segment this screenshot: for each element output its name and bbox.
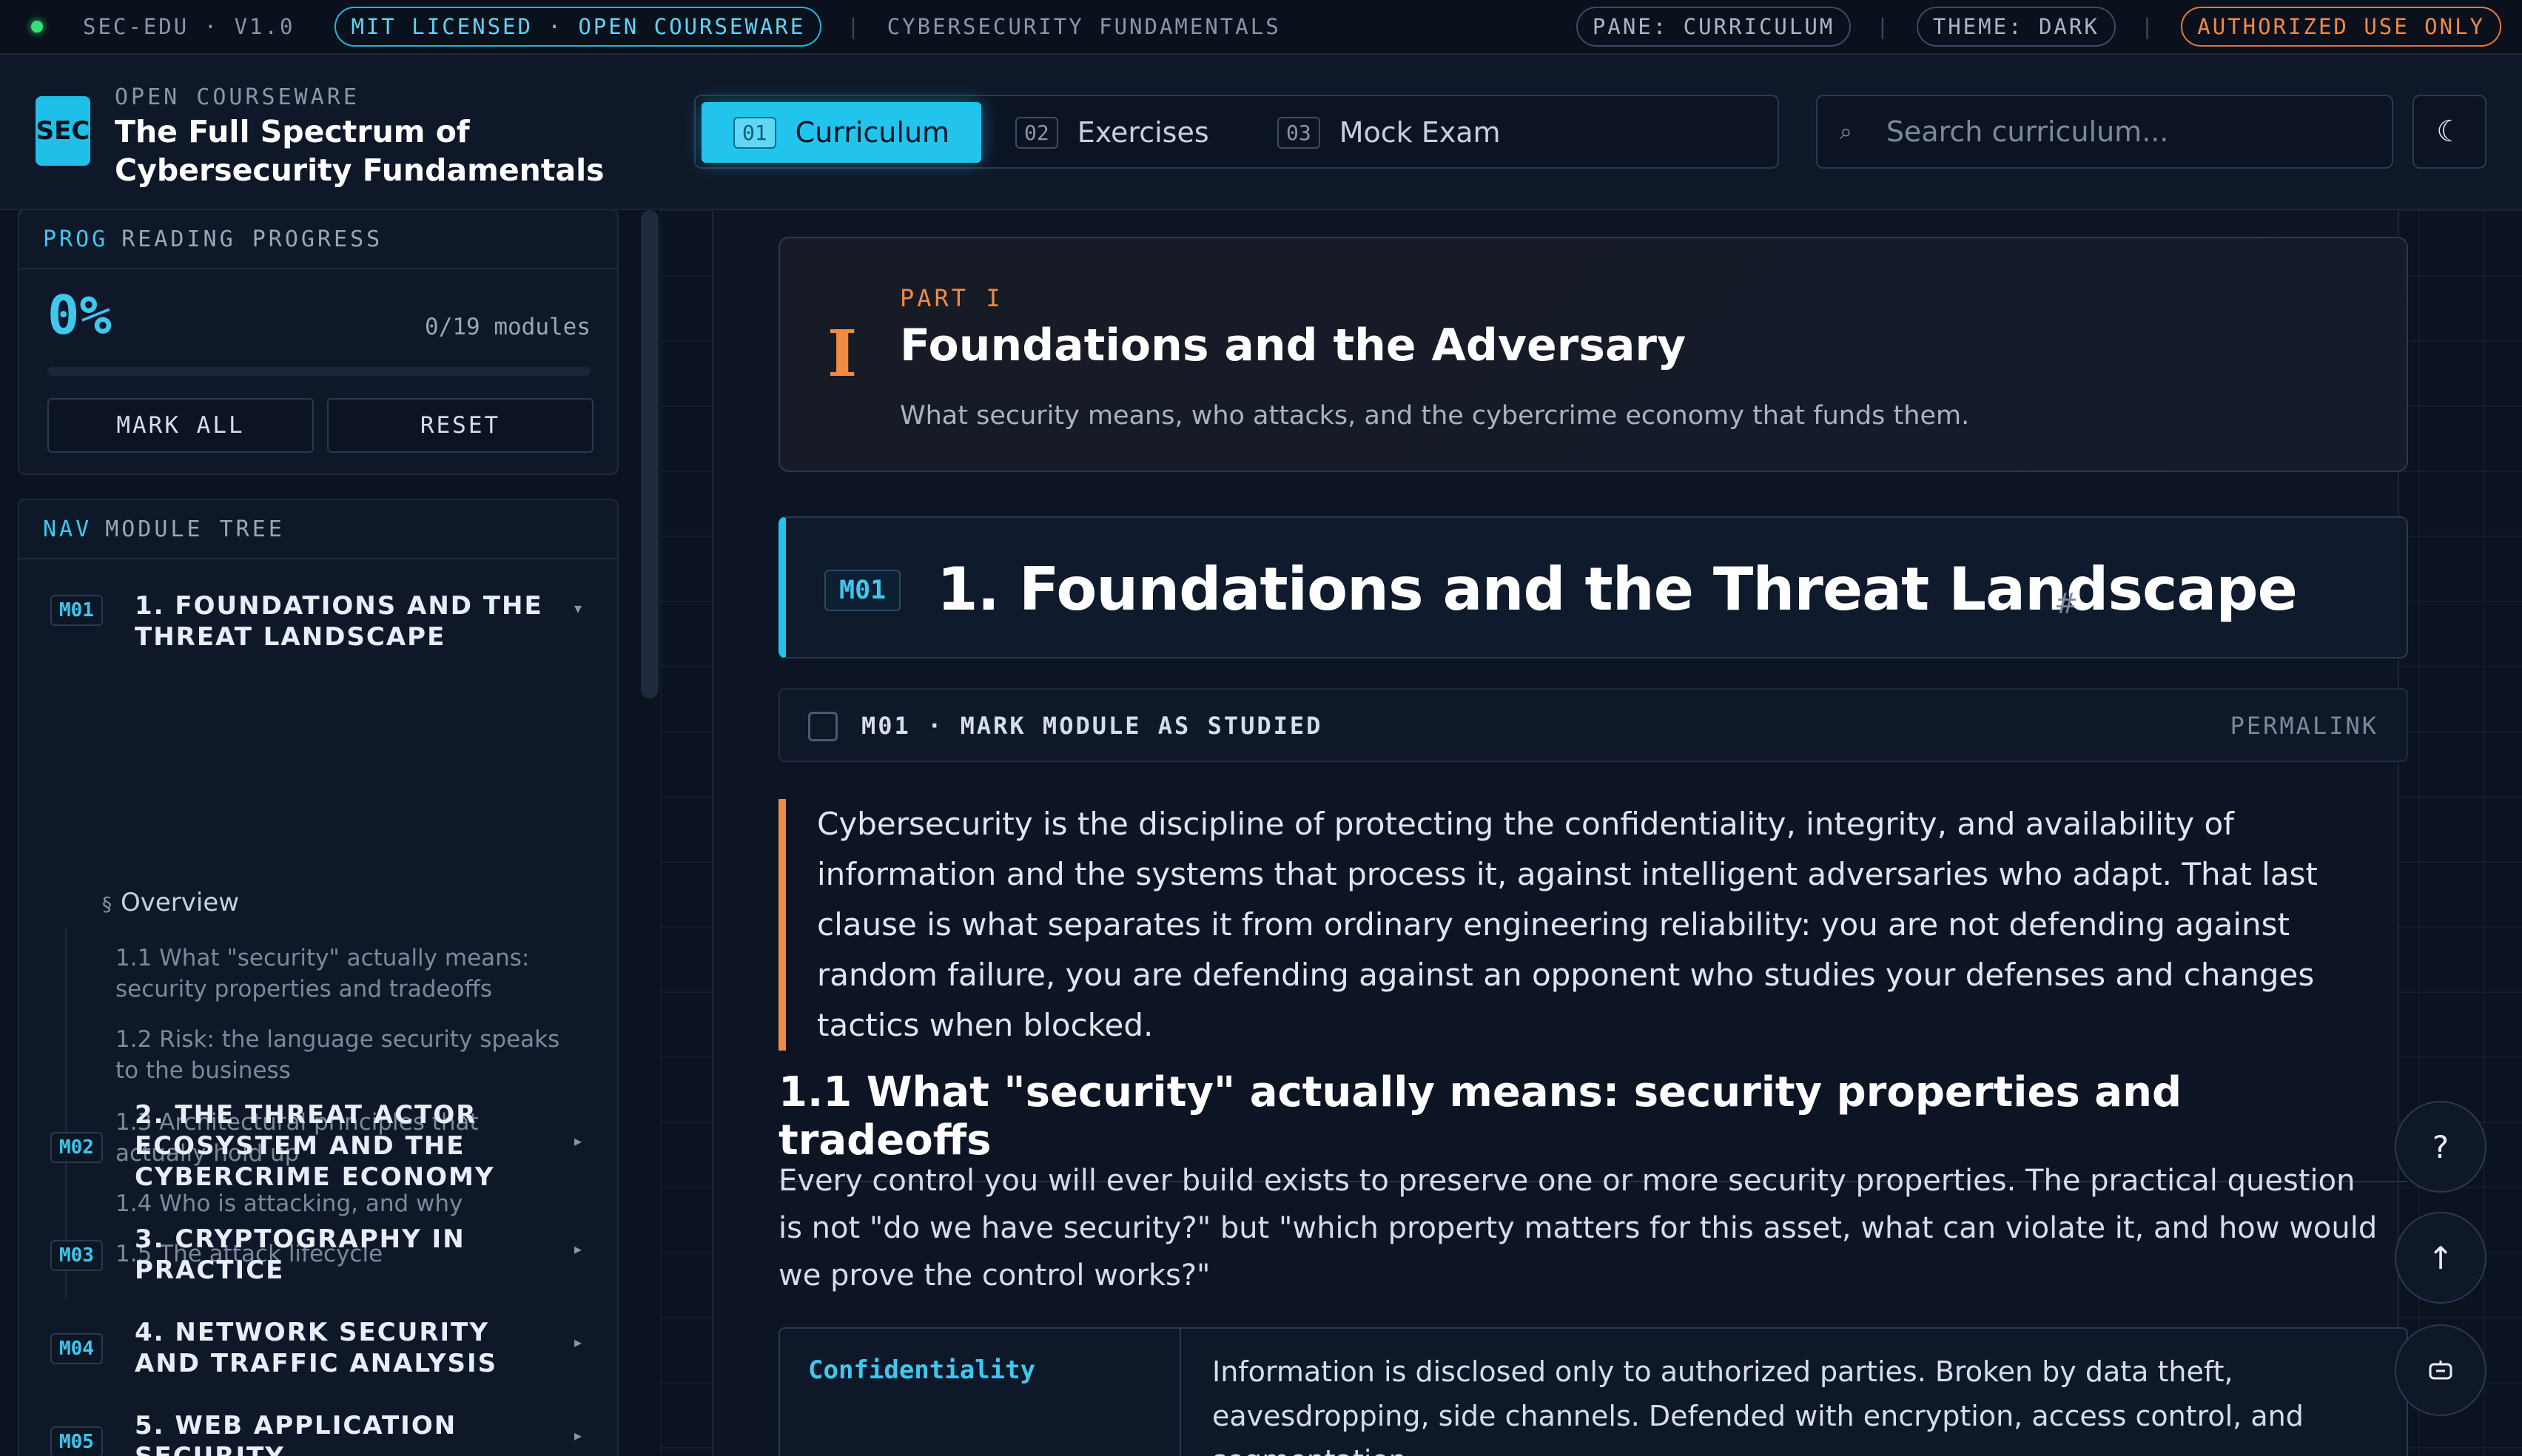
chevron-right-icon: ▸ [574, 1426, 582, 1444]
overview-label: Overview [121, 888, 240, 917]
help-button[interactable]: ? [2395, 1101, 2486, 1193]
mark-studied-label[interactable]: M01 · MARK MODULE AS STUDIED [861, 712, 1322, 740]
mark-all-button[interactable]: MARK ALL [47, 398, 314, 453]
panel-heading: PROG READING PROGRESS [19, 210, 617, 269]
tab-number: 01 [733, 116, 776, 149]
status-bar: SEC-EDU · V1.0 MIT LICENSED · OPEN COURS… [0, 0, 2522, 55]
panel-title: READING PROGRESS [121, 226, 383, 252]
module-title: 2. THE THREAT ACTOR ECOSYSTEM AND THE CY… [135, 1100, 495, 1192]
chevron-right-icon: ▸ [574, 1132, 582, 1150]
tab-label: Exercises [1077, 116, 1209, 149]
tab-label: Mock Exam [1339, 116, 1501, 149]
search-icon: ⌕ [1840, 118, 1852, 145]
part-label: PART I [900, 284, 1003, 312]
subject-label: CYBERSECURITY FUNDAMENTALS [887, 14, 1281, 39]
arrow-up-icon: ↑ [2427, 1239, 2454, 1276]
tab-curriculum[interactable]: 01 Curriculum [702, 102, 981, 163]
panel-tag: PROG [43, 226, 109, 252]
pane-tabs: 01 Curriculum 02 Exercises 03 Mock Exam [694, 95, 1779, 169]
module-code-badge: M01 [824, 570, 901, 611]
module-title: 1. FOUNDATIONS AND THE THREAT LANDSCAPE [135, 591, 543, 652]
part-title: Foundations and the Adversary [900, 320, 1687, 371]
module-title: 4. NETWORK SECURITY AND TRAFFIC ANALYSIS [135, 1318, 498, 1378]
scroll-top-button[interactable]: ↑ [2395, 1212, 2486, 1304]
reading-progress-panel: PROG READING PROGRESS 0% 0/19 modules MA… [18, 210, 619, 475]
license-badge: MIT LICENSED · OPEN COURSEWARE [334, 7, 822, 47]
separator: | [847, 14, 862, 39]
sidebar-item-section[interactable]: 1.1 What "security" actually means: secu… [115, 943, 574, 1005]
module-code: M03 [50, 1240, 103, 1271]
panel-tag: NAV [43, 516, 93, 542]
reset-button[interactable]: RESET [327, 398, 593, 453]
module-code: M01 [50, 595, 103, 626]
search-box[interactable]: ⌕ [1816, 95, 2393, 169]
sidebar: PROG READING PROGRESS 0% 0/19 modules MA… [0, 210, 662, 1456]
search-input[interactable] [1884, 115, 2361, 149]
sidebar-item-section[interactable]: 1.2 Risk: the language security speaks t… [115, 1024, 574, 1086]
part-card: I PART I Foundations and the Adversary W… [779, 237, 2408, 472]
module-code: M02 [50, 1132, 103, 1163]
theme-toggle-button[interactable]: ☾ [2412, 95, 2486, 169]
anchor-link[interactable]: # [2054, 587, 2078, 620]
panel-heading: NAV MODULE TREE [19, 500, 617, 559]
chevron-down-icon: ▾ [574, 599, 582, 617]
tab-label: Curriculum [795, 116, 950, 149]
chat-icon [2429, 1361, 2452, 1380]
part-subtitle: What security means, who attacks, and th… [900, 401, 1970, 431]
app-header: SEC OPEN COURSEWARE The Full Spectrum of… [0, 55, 2522, 210]
lead-paragraph: Cybersecurity is the discipline of prote… [779, 799, 2408, 1051]
main-pane: I PART I Foundations and the Adversary W… [660, 210, 2522, 1456]
property-description: Information is disclosed only to authori… [1212, 1355, 2304, 1456]
sidebar-item-overview[interactable]: § Overview [102, 888, 239, 917]
panel-title: MODULE TREE [105, 516, 285, 542]
table-divider [1180, 1329, 1181, 1456]
module-header: M01 1. Foundations and the Threat Landsc… [779, 516, 2408, 658]
module-item-m03[interactable]: M03 3. CRYPTOGRAPHY IN PRACTICE ▸ [33, 1224, 595, 1290]
mark-studied-row: M01 · MARK MODULE AS STUDIED PERMALINK [779, 688, 2408, 762]
theme-badge: THEME: DARK [1916, 7, 2116, 47]
module-title: 1. Foundations and the Threat Landscape [937, 555, 2298, 624]
course-title: The Full Spectrum of Cybersecurity Funda… [115, 114, 605, 188]
chevron-right-icon: ▸ [574, 1240, 582, 1258]
mark-studied-checkbox[interactable] [808, 712, 838, 741]
pane-badge: PANE: CURRICULUM [1576, 7, 1852, 47]
section-paragraph: Every control you will ever build exists… [779, 1164, 2378, 1292]
permalink-link[interactable]: PERMALINK [2230, 712, 2378, 740]
tab-number: 02 [1015, 116, 1058, 149]
app-version: SEC-EDU · V1.0 [83, 14, 295, 39]
chat-button[interactable] [2395, 1324, 2486, 1416]
part-numeral: I [827, 317, 858, 391]
tab-number: 03 [1277, 116, 1320, 149]
content-column: I PART I Foundations and the Adversary W… [712, 210, 2408, 1456]
moon-icon: ☾ [2436, 115, 2463, 149]
chevron-right-icon: ▸ [574, 1333, 582, 1351]
sec-logo[interactable]: SEC [36, 96, 90, 166]
progress-bar [47, 367, 591, 376]
sidebar-scrollbar[interactable] [641, 210, 659, 698]
module-item-m02[interactable]: M02 2. THE THREAT ACTOR ECOSYSTEM AND TH… [33, 1099, 595, 1196]
module-title: 3. CRYPTOGRAPHY IN PRACTICE [135, 1224, 465, 1285]
course-eyebrow: OPEN COURSEWARE [115, 84, 360, 110]
module-item-m01[interactable]: M01 1. FOUNDATIONS AND THE THREAT LANDSC… [33, 590, 595, 664]
progress-percent: 0% [47, 284, 112, 346]
property-name: Confidentiality [808, 1355, 1036, 1385]
module-title: 5. WEB APPLICATION SECURITY [135, 1411, 457, 1456]
section-marker-icon: § [102, 894, 112, 916]
property-table: Confidentiality Information is disclosed… [779, 1327, 2408, 1456]
tab-exercises[interactable]: 02 Exercises [1015, 102, 1209, 163]
module-item-m04[interactable]: M04 4. NETWORK SECURITY AND TRAFFIC ANAL… [33, 1317, 595, 1383]
online-status-dot [31, 21, 43, 33]
authorized-use-badge: AUTHORIZED USE ONLY [2181, 7, 2501, 47]
module-code: M05 [50, 1426, 103, 1456]
tab-mock-exam[interactable]: 03 Mock Exam [1277, 102, 1501, 163]
module-code: M04 [50, 1333, 103, 1364]
separator: | [2140, 14, 2156, 39]
module-item-m05[interactable]: M05 5. WEB APPLICATION SECURITY ▸ [33, 1410, 595, 1456]
question-icon: ? [2432, 1128, 2449, 1165]
separator: | [1876, 14, 1892, 39]
modules-count: 0/19 modules [425, 314, 591, 340]
